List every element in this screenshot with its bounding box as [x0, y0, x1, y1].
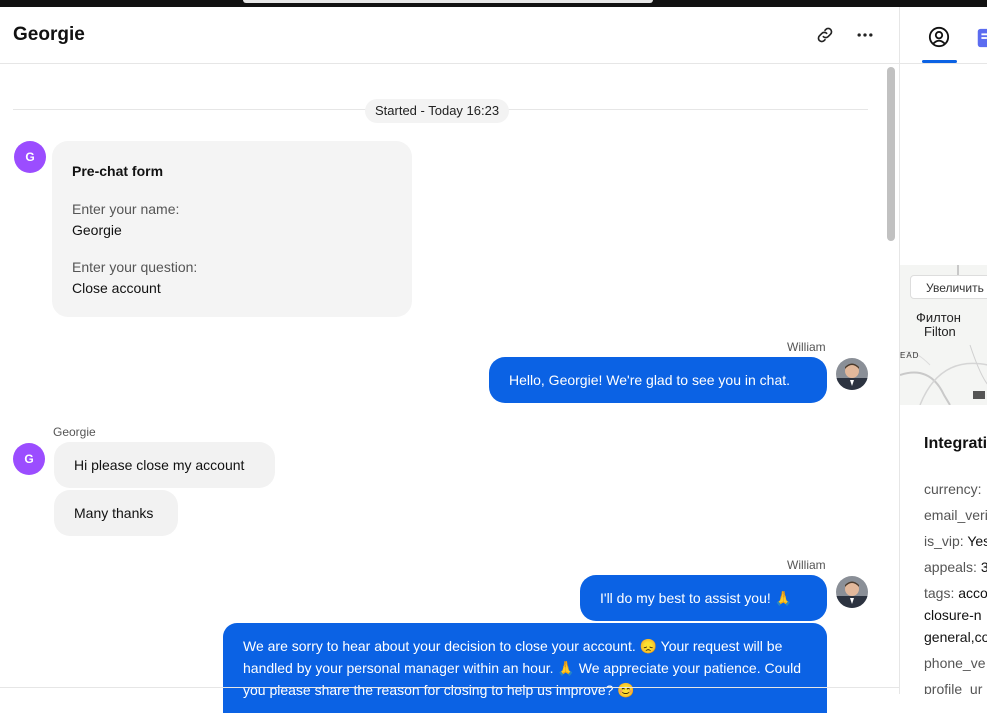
window-drag-handle[interactable] [243, 0, 653, 3]
location-map[interactable]: Увеличить Филтон Filton EAD [900, 265, 987, 405]
message-text: I'll do my best to assist you! 🙏 [600, 590, 793, 606]
field-appeals: appeals: 3 [924, 559, 987, 575]
chat-panel: Georgie Started - Today 16:23 G Pre-chat… [0, 7, 899, 713]
message-text: We are sorry to hear about your decision… [243, 638, 802, 698]
prechat-question-name: Enter your name: [72, 201, 180, 217]
map-city-label-en: Filton [924, 324, 956, 339]
field-value: Yes [967, 533, 987, 549]
field-key: tags: [924, 585, 955, 601]
field-currency: currency: [924, 481, 982, 497]
field-value: acco [958, 585, 987, 601]
map-road-label: EAD [900, 351, 920, 360]
prechat-form-card: Pre-chat form Enter your name: Georgie E… [52, 141, 412, 317]
agent-message-bubble: Hello, Georgie! We're glad to see you in… [489, 357, 827, 403]
field-key: appeals: [924, 559, 977, 575]
prechat-answer-question: Close account [72, 280, 161, 296]
sender-name: William [787, 340, 826, 354]
message-text: Hello, Georgie! We're glad to see you in… [509, 372, 791, 388]
visitor-message-bubble: Many thanks [54, 490, 178, 536]
field-key: profile_ur [924, 681, 983, 694]
prechat-question-question: Enter your question: [72, 259, 198, 275]
prechat-title: Pre-chat form [72, 163, 164, 179]
field-email-verified: email_veri [924, 507, 987, 523]
window-top-strip [0, 0, 987, 7]
field-key: email_veri [924, 507, 987, 523]
field-is-vip: is_vip: Yes [924, 533, 987, 549]
agent-avatar [836, 576, 868, 608]
sender-name: William [787, 558, 826, 572]
sender-name: Georgie [53, 425, 96, 439]
field-key: phone_ve [924, 655, 986, 671]
started-label: Started - Today 16:23 [365, 99, 510, 123]
prechat-answer-name: Georgie [72, 222, 122, 238]
visitor-message-bubble: Hi please close my account [54, 442, 275, 488]
composer-divider [0, 687, 899, 688]
agent-message-bubble: We are sorry to hear about your decision… [223, 623, 827, 713]
field-value: 3 [981, 559, 987, 575]
chat-title: Georgie [13, 24, 85, 45]
field-phone-verified: phone_ve [924, 655, 986, 671]
agent-avatar [836, 358, 868, 390]
details-panel: Увеличить Филтон Filton EAD Integrations… [899, 7, 987, 694]
message-text: Hi please close my account [74, 457, 245, 473]
field-tags: tags: acco [924, 585, 987, 601]
field-key: currency: [924, 481, 982, 497]
message-text: Many thanks [74, 505, 154, 521]
more-horizontal-icon[interactable] [854, 24, 876, 46]
user-circle-icon[interactable] [928, 26, 950, 48]
visitor-avatar: G [14, 141, 46, 173]
field-profile-url: profile_ur [924, 681, 982, 694]
scrollbar-thumb[interactable] [887, 67, 895, 241]
map-city-label-ru: Филтон [916, 310, 961, 325]
form-icon[interactable] [975, 27, 987, 49]
integrations-title: Integrations [924, 435, 987, 452]
field-key: is_vip: [924, 533, 964, 549]
agent-message-bubble: I'll do my best to assist you! 🙏 [580, 575, 827, 621]
chat-header: Georgie [0, 7, 899, 64]
field-tags-continued: closure-n [924, 607, 982, 623]
visitor-avatar: G [13, 443, 45, 475]
map-zoom-button[interactable]: Увеличить [910, 275, 987, 299]
panel-header-divider [900, 63, 987, 64]
link-icon[interactable] [814, 24, 836, 46]
field-tags-continued: general,co [924, 629, 987, 645]
